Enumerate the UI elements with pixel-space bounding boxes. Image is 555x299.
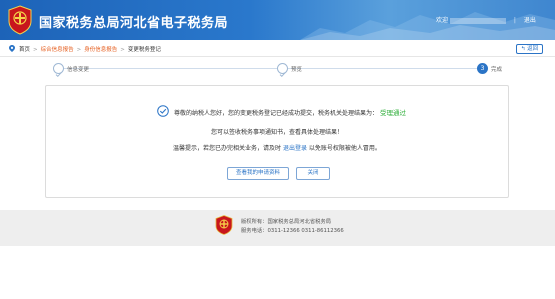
location-pin-icon <box>9 45 15 52</box>
header-separator: | <box>513 17 516 24</box>
result-message: 尊敬的纳税人您好，您的变更税务登记已经成功提交，税务机关处理结果为： 受理通过 <box>174 107 406 117</box>
back-button[interactable]: ↰ 返回 <box>516 44 543 54</box>
close-button[interactable]: 关闭 <box>296 167 330 180</box>
breadcrumb-identity[interactable]: 身份信息报告 <box>84 47 117 53</box>
step-label: 信息变更 <box>67 67 90 73</box>
exit-link[interactable]: 退出 <box>524 17 536 24</box>
step-label: 预览 <box>291 67 303 73</box>
user-area: 欢迎 | 退出 <box>436 15 536 24</box>
back-label: 返回 <box>527 46 539 52</box>
header-bar: 国家税务总局河北省电子税务局 欢迎 | 退出 <box>0 0 555 40</box>
copyright-text: 版权所有：国家税务总局河北省税务局 <box>241 219 332 225</box>
breadcrumb: 首页 > 综合信息报告 > 身份信息报告 > 变更税务登记 <box>0 40 555 57</box>
step-done-check-icon <box>277 63 288 78</box>
breadcrumb-home[interactable]: 首页 <box>19 47 30 53</box>
tip-suffix: 以免账号权限被他人冒用。 <box>308 145 381 152</box>
notice-message: 您可以签收税务事项通知书，查看具体处理结果！ <box>210 129 343 136</box>
site-title: 国家税务总局河北省电子税务局 <box>39 16 229 31</box>
back-arrow-icon: ↰ <box>520 46 526 52</box>
breadcrumb-comprehensive[interactable]: 综合信息报告 <box>41 47 74 53</box>
footer-emblem-icon <box>215 215 233 235</box>
step-number-badge: 3 <box>477 63 488 74</box>
tax-emblem-icon <box>8 5 32 35</box>
step-done-check-icon <box>53 63 64 78</box>
user-name <box>449 17 506 24</box>
footer: 版权所有：国家税务总局河北省税务局 服务电话：0311-12366 0311-8… <box>0 210 555 246</box>
result-message-text: 尊敬的纳税人您好，您的变更税务登记已经成功提交，税务机关处理结果为： <box>174 110 379 117</box>
logout-link[interactable]: 退出登录 <box>283 145 307 152</box>
step-connector <box>288 68 477 69</box>
user-prefix: 欢迎 <box>436 17 449 24</box>
success-check-icon <box>157 105 169 117</box>
logout-tip: 温馨提示，若您已办完相关业务，请及时 退出登录 以免账号权限被他人冒用。 <box>46 143 508 152</box>
tip-prefix: 温馨提示，若您已办完相关业务，请及时 <box>173 145 282 152</box>
step-connector <box>64 68 277 69</box>
breadcrumb-current: 变更税务登记 <box>127 47 161 53</box>
step-label: 完成 <box>491 67 503 73</box>
status-text: 受理通过 <box>379 109 406 117</box>
result-card: 尊敬的纳税人您好，您的变更税务登记已经成功提交，税务机关处理结果为： 受理通过 … <box>45 85 509 198</box>
view-application-button[interactable]: 查看我的申请资料 <box>227 167 289 180</box>
service-phone: 服务电话：0311-12366 0311-86112366 <box>241 228 344 234</box>
progress-steps: 信息变更 预览 3 完成 <box>0 60 555 78</box>
